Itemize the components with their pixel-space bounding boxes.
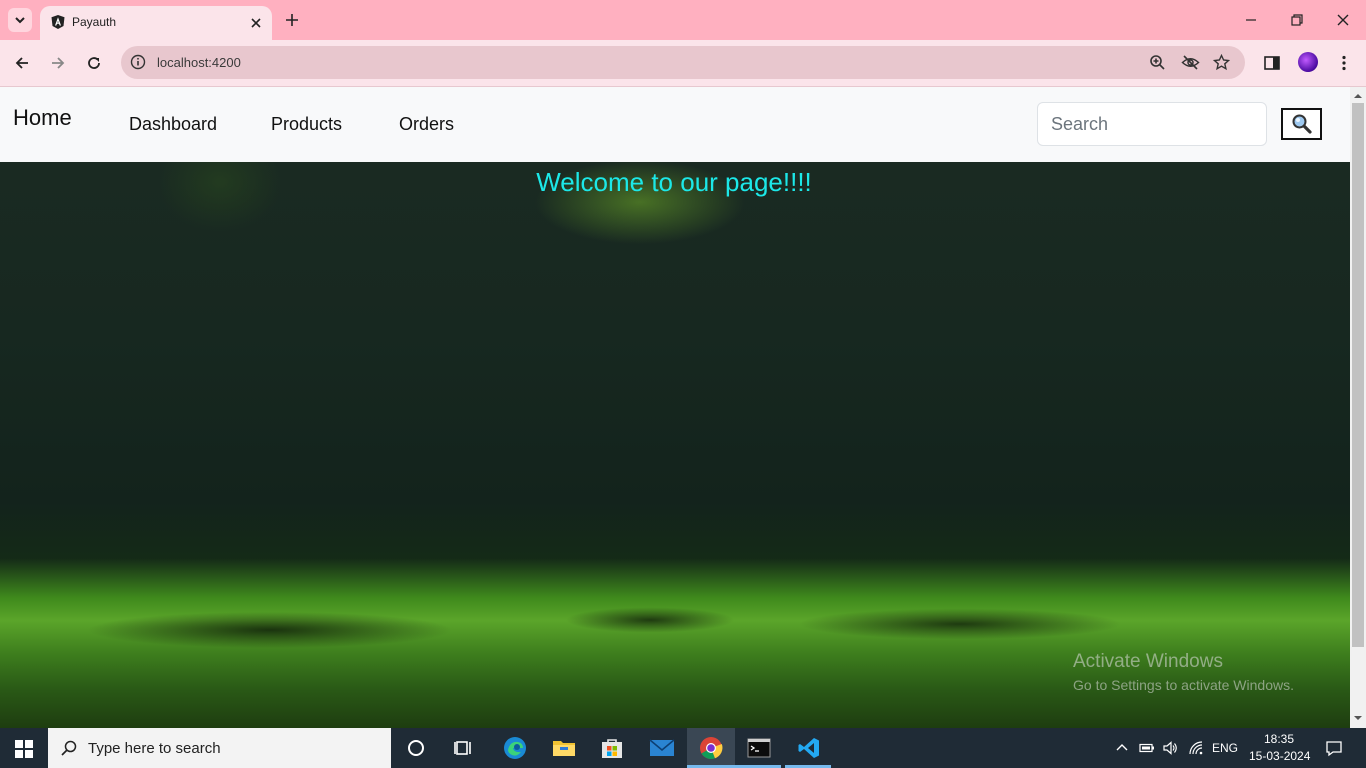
chevron-down-icon <box>15 17 25 24</box>
browser-toolbar: localhost:4200 <box>0 40 1366 87</box>
side-panel-icon[interactable] <box>1263 54 1281 72</box>
back-arrow-icon[interactable] <box>13 54 31 72</box>
hero-background: Welcome to our page!!!! Activate Windows… <box>0 162 1350 728</box>
volume-icon[interactable] <box>1162 740 1178 756</box>
taskbar-search-placeholder: Type here to search <box>88 740 221 757</box>
close-window-icon[interactable] <box>1335 12 1351 28</box>
battery-icon[interactable] <box>1139 740 1155 756</box>
search-input[interactable] <box>1037 102 1267 146</box>
nav-link-products[interactable]: Products <box>271 114 342 135</box>
windows-taskbar: Type here to search ENG 18:35 15-03-2024 <box>0 728 1366 768</box>
close-icon[interactable] <box>248 15 264 31</box>
terminal-icon[interactable] <box>747 736 771 760</box>
scroll-thumb[interactable] <box>1352 103 1364 647</box>
minimize-icon[interactable] <box>1243 12 1259 28</box>
kebab-menu-icon[interactable] <box>1335 54 1353 72</box>
profile-avatar[interactable] <box>1298 52 1318 72</box>
welcome-heading: Welcome to our page!!!! <box>536 167 812 197</box>
nav-link-dashboard[interactable]: Dashboard <box>129 114 217 135</box>
forward-arrow-icon[interactable] <box>49 54 67 72</box>
clock-date[interactable]: 15-03-2024 <box>1249 749 1310 763</box>
clock-time[interactable]: 18:35 <box>1264 732 1294 746</box>
page-scrollbar[interactable] <box>1350 87 1366 728</box>
activate-windows-subtitle: Go to Settings to activate Windows. <box>1073 677 1294 693</box>
plus-icon[interactable] <box>283 11 301 29</box>
star-icon[interactable] <box>1213 54 1230 71</box>
brand-home-link[interactable]: Home <box>13 105 72 131</box>
magnifier-icon <box>1292 114 1312 134</box>
store-icon[interactable] <box>600 736 624 760</box>
activate-windows-title: Activate Windows <box>1073 651 1223 672</box>
reload-icon[interactable] <box>85 54 103 72</box>
site-info-icon[interactable] <box>130 54 146 70</box>
language-indicator[interactable]: ENG <box>1212 741 1238 755</box>
mail-icon[interactable] <box>649 736 675 760</box>
chrome-icon[interactable] <box>699 736 723 760</box>
wifi-icon[interactable] <box>1188 740 1204 756</box>
angular-favicon-icon <box>51 15 65 29</box>
cortana-icon[interactable] <box>404 736 428 760</box>
url-text[interactable]: localhost:4200 <box>157 55 241 70</box>
file-explorer-icon[interactable] <box>551 736 577 760</box>
notification-icon[interactable] <box>1325 739 1343 757</box>
page-viewport: Home Dashboard Products Orders Welcome t… <box>0 87 1350 728</box>
search-button[interactable] <box>1281 108 1322 140</box>
browser-tab-strip: Payauth <box>0 0 1366 40</box>
zoom-icon[interactable] <box>1149 54 1166 71</box>
nav-link-orders[interactable]: Orders <box>399 114 454 135</box>
site-navbar: Home Dashboard Products Orders <box>0 87 1350 162</box>
address-bar[interactable]: localhost:4200 <box>121 46 1245 79</box>
windows-start-icon[interactable] <box>15 740 33 758</box>
tab-search-button[interactable] <box>8 8 32 32</box>
chevron-up-icon[interactable] <box>1114 740 1130 756</box>
search-icon <box>61 740 77 756</box>
eye-off-icon[interactable] <box>1181 54 1200 71</box>
browser-tab-active[interactable]: Payauth <box>40 6 272 40</box>
edge-icon[interactable] <box>502 735 528 761</box>
vscode-icon[interactable] <box>797 736 821 760</box>
restore-icon[interactable] <box>1289 12 1305 28</box>
task-view-icon[interactable] <box>452 736 476 760</box>
taskbar-search-box[interactable]: Type here to search <box>48 728 391 768</box>
tab-title: Payauth <box>72 15 117 29</box>
scroll-down-arrow-icon[interactable] <box>1354 714 1362 722</box>
scroll-up-arrow-icon[interactable] <box>1354 92 1362 100</box>
